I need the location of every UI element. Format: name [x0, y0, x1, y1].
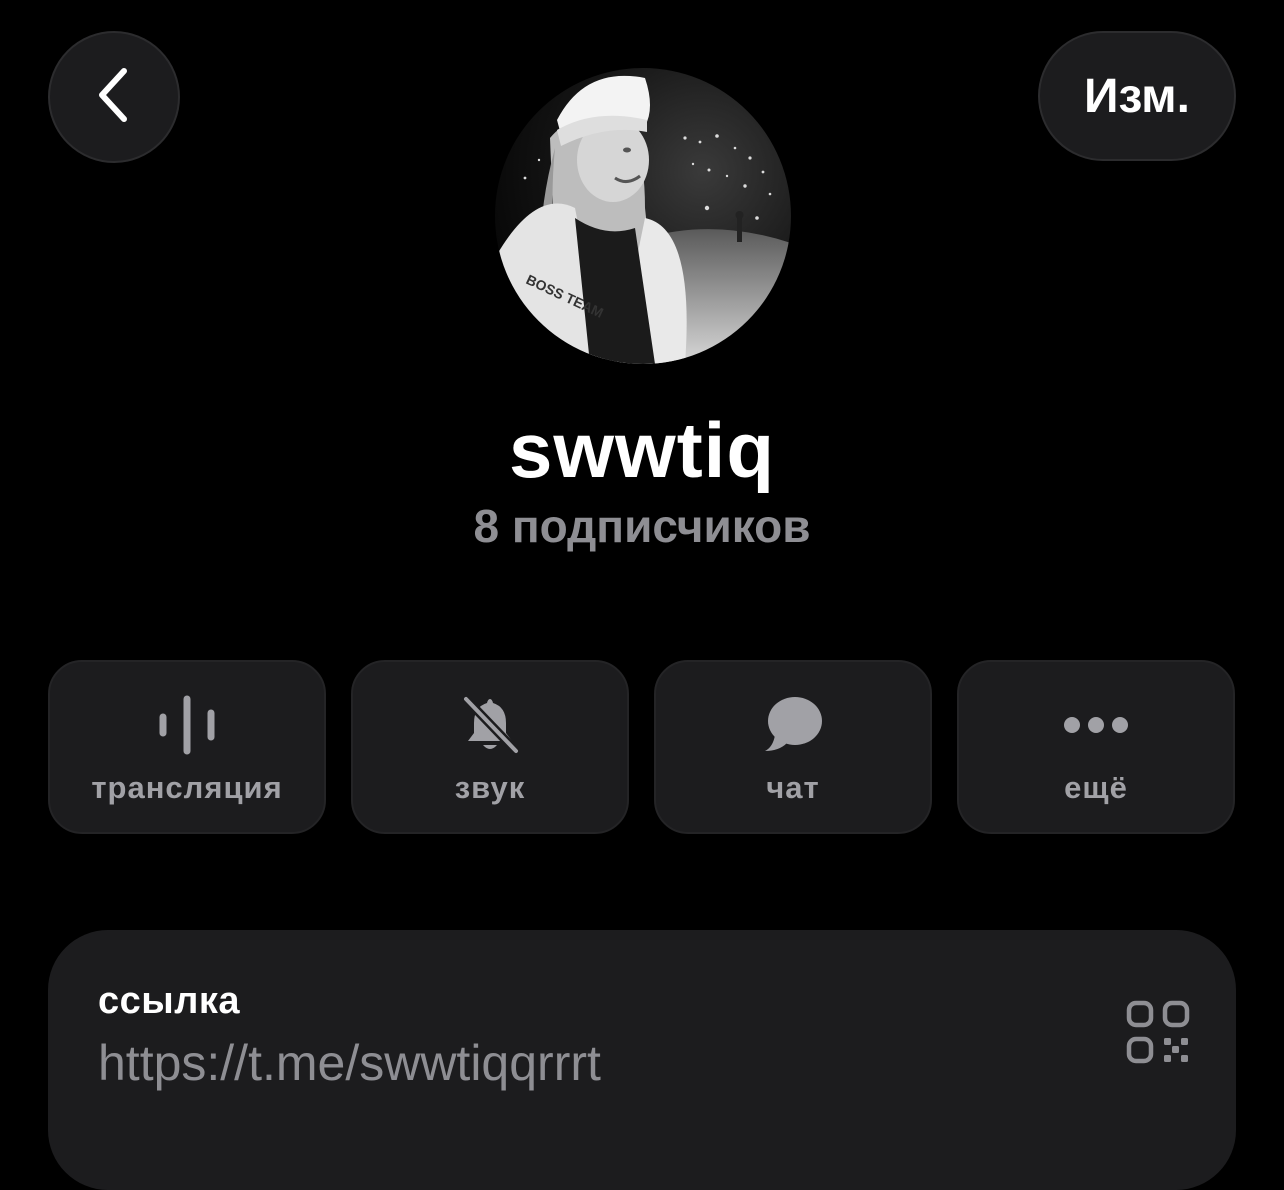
- qr-code-icon[interactable]: [1126, 1000, 1190, 1064]
- chevron-left-icon: [94, 65, 134, 130]
- more-label: ещё: [1064, 770, 1128, 805]
- broadcast-button[interactable]: трансляция: [48, 660, 326, 834]
- more-dots-icon: [959, 688, 1233, 762]
- edit-button[interactable]: Изм.: [1038, 31, 1236, 161]
- mute-button[interactable]: звук: [351, 660, 629, 834]
- info-card: ссылка https://t.me/swwtiqqrrrt: [48, 930, 1236, 1190]
- chat-bubble-icon: [656, 688, 930, 762]
- channel-link[interactable]: https://t.me/swwtiqqrrrt: [98, 1034, 601, 1092]
- more-button[interactable]: ещё: [957, 660, 1235, 834]
- mute-label: звук: [454, 770, 526, 805]
- chat-label: чат: [766, 770, 820, 805]
- edit-button-label: Изм.: [1083, 69, 1190, 123]
- broadcast-wave-icon: [50, 688, 324, 762]
- chat-button[interactable]: чат: [654, 660, 932, 834]
- subscriber-count[interactable]: 8 подписчиков: [0, 500, 1284, 552]
- back-button[interactable]: [48, 31, 180, 163]
- avatar-photo: BOSS TEAM: [495, 68, 791, 364]
- action-bar: трансляция звук чат ещё: [48, 660, 1236, 834]
- broadcast-label: трансляция: [91, 770, 283, 805]
- bell-slash-icon: [353, 688, 627, 762]
- avatar[interactable]: BOSS TEAM: [495, 68, 791, 364]
- link-label: ссылка: [98, 980, 241, 1022]
- channel-name: swwtiq: [508, 406, 775, 494]
